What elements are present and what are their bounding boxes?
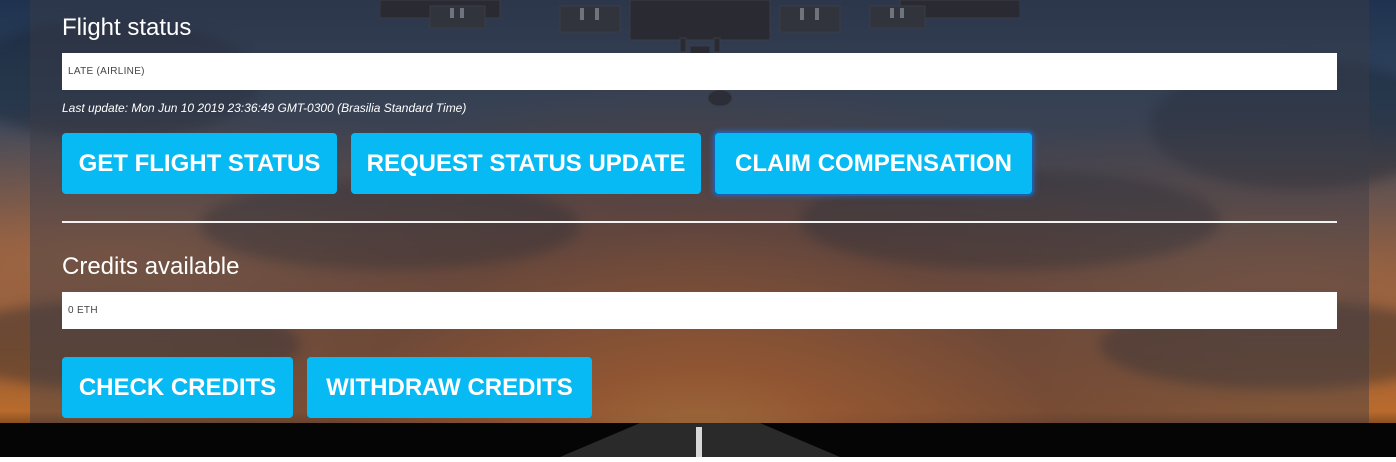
runway-strip <box>0 423 1396 457</box>
section-divider <box>62 221 1337 223</box>
credits-field[interactable]: 0 ETH <box>62 292 1337 329</box>
claim-compensation-button[interactable]: CLAIM COMPENSATION <box>715 133 1032 194</box>
flight-status-field[interactable]: LATE (AIRLINE) <box>62 53 1337 90</box>
credits-heading: Credits available <box>62 253 240 280</box>
withdraw-credits-button[interactable]: WITHDRAW CREDITS <box>307 357 592 418</box>
flight-status-heading: Flight status <box>62 14 192 41</box>
check-credits-button[interactable]: CHECK CREDITS <box>62 357 293 418</box>
get-flight-status-button[interactable]: GET FLIGHT STATUS <box>62 133 337 194</box>
last-update-text: Last update: Mon Jun 10 2019 23:36:49 GM… <box>62 101 467 115</box>
request-status-update-button[interactable]: REQUEST STATUS UPDATE <box>351 133 701 194</box>
runway-markings-icon <box>560 423 840 457</box>
